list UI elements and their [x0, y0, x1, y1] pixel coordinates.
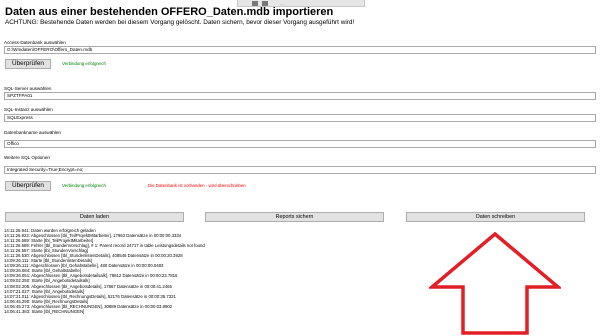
backup-reports-button[interactable]: Reports sichern: [205, 212, 384, 222]
db-name-field[interactable]: Offico: [4, 140, 596, 148]
access-status: Verbindung erfolgreich: [62, 61, 106, 66]
sql-status: Verbindung erfolgreich: [62, 183, 106, 188]
access-db-field[interactable]: G:\Wmdaten\OFFERO\Offero_Daten.mdb: [4, 46, 596, 54]
sql-instance-field[interactable]: SQLExpress: [4, 114, 596, 122]
sql-options-field[interactable]: Integrated Security=True;Encrypt=no;: [4, 166, 596, 174]
write-data-button[interactable]: Daten schreiben: [406, 212, 585, 222]
db-name-label: Datenbankname auswählen: [4, 130, 61, 135]
warning-text: ACHTUNG: Bestehende Daten werden bei die…: [5, 19, 355, 26]
check-access-button[interactable]: Überprüfen: [5, 59, 51, 69]
sql-server-field[interactable]: SPZTFPA01: [4, 92, 596, 100]
log-line: 14:06:41.383: Starte [tbl_RECHNUNGEN]: [4, 308, 85, 314]
load-data-button[interactable]: Daten laden: [5, 212, 184, 222]
up-arrow-annotation: [429, 232, 561, 335]
sql-server-label: SQL-Server auswählen: [4, 86, 52, 91]
log-output: 14:11:26.941: Daten wurden erfolgreich g…: [4, 228, 344, 336]
db-exists-warning: Die Datenbank ist vorhanden - wird übers…: [148, 183, 246, 188]
sql-instance-label: SQL-Instanz auswählen: [4, 107, 53, 112]
sql-options-label: Weitere SQL Optionen: [4, 155, 50, 160]
page-title: Daten aus einer bestehenden OFFERO_Daten…: [5, 6, 334, 18]
check-sql-button[interactable]: Überprüfen: [5, 181, 51, 191]
access-db-label: Access-Datenbank auswählen: [4, 40, 66, 45]
